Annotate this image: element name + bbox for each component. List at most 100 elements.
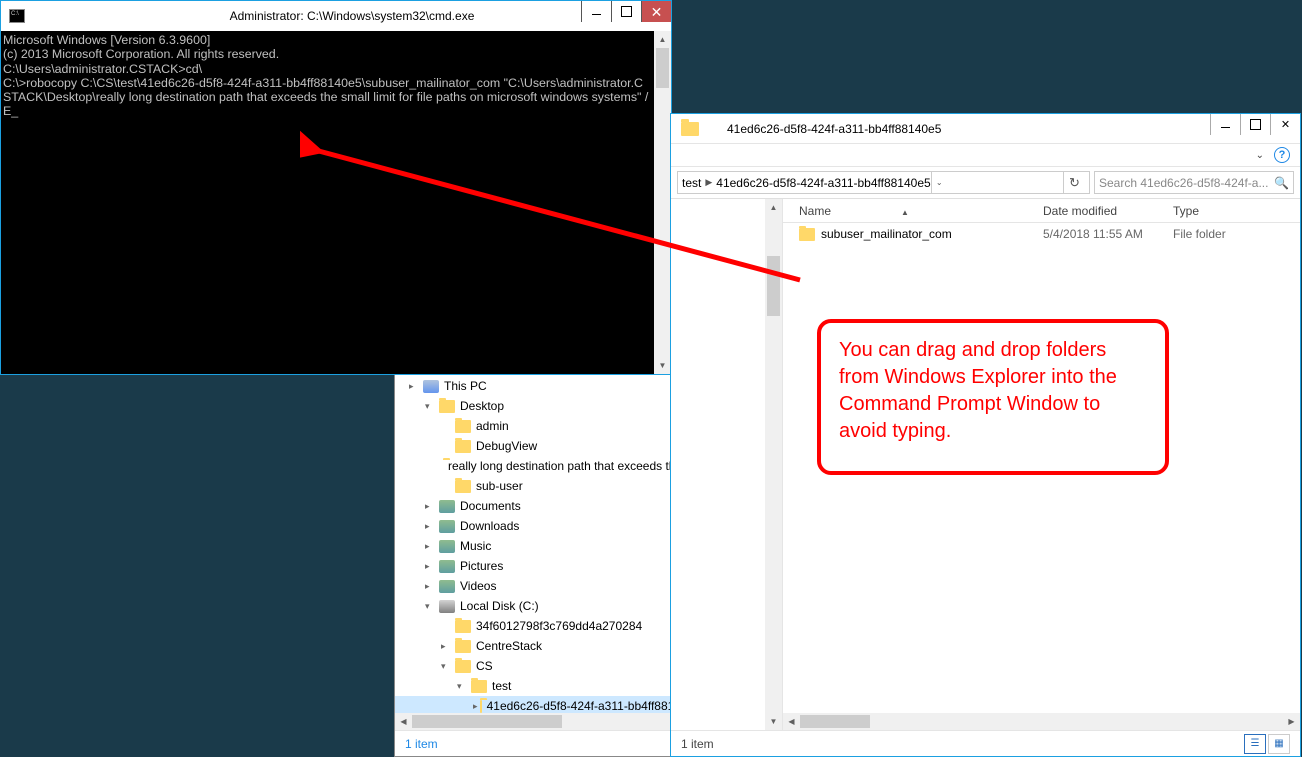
tree-item[interactable]: ▸ Music [395, 536, 701, 556]
cmd-console[interactable]: Microsoft Windows [Version 6.3.9600](c) … [1, 31, 671, 374]
breadcrumb-part[interactable]: 41ed6c26-d5f8-424f-a311-bb4ff88140e5 [716, 176, 930, 190]
tree-item[interactable]: ▾Desktop [395, 396, 701, 416]
sort-asc-icon: ▲ [901, 208, 909, 217]
folder-icon [471, 680, 487, 693]
tree-item[interactable]: ▾Local Disk (C:) [395, 596, 701, 616]
expand-icon[interactable]: ▸ [409, 381, 421, 392]
tree-label: Pictures [460, 559, 503, 573]
tree-item[interactable]: ▸Downloads [395, 516, 701, 536]
scroll-right-icon[interactable]: ▶ [1283, 717, 1300, 726]
chevron-down-icon[interactable]: ⌄ [1256, 150, 1264, 161]
expand-icon[interactable]: ▸ [441, 641, 453, 652]
address-bar[interactable]: test ▶ 41ed6c26-d5f8-424f-a311-bb4ff8814… [677, 171, 1090, 194]
tree-item[interactable]: ▸ Pictures [395, 556, 701, 576]
address-row: test ▶ 41ed6c26-d5f8-424f-a311-bb4ff8814… [671, 167, 1300, 199]
navpane-scrollbar[interactable]: ▲ ▼ [765, 199, 782, 730]
folder-icon [455, 480, 471, 493]
scroll-left-icon[interactable]: ◀ [395, 713, 412, 730]
address-dropdown-icon[interactable]: ⌄ [931, 172, 947, 193]
scroll-thumb[interactable] [656, 48, 669, 88]
close-button[interactable] [1270, 114, 1300, 135]
tree-item[interactable]: ▾CS [395, 656, 701, 676]
scroll-thumb[interactable] [767, 256, 780, 316]
explorer-titlebar[interactable]: 41ed6c26-d5f8-424f-a311-bb4ff88140e5 [671, 114, 1300, 144]
col-date[interactable]: Date modified [1043, 204, 1173, 218]
tree-item[interactable]: really long destination path that exceed… [395, 456, 701, 476]
scroll-down-icon[interactable]: ▼ [765, 713, 782, 730]
col-type[interactable]: Type [1173, 204, 1300, 218]
annotation-callout: You can drag and drop folders from Windo… [817, 319, 1169, 475]
breadcrumb-part[interactable]: test [682, 176, 701, 190]
cmd-line: C:\Users\administrator.CSTACK>cd\ [3, 62, 671, 76]
scroll-down-icon[interactable]: ▼ [654, 357, 671, 374]
tree-item[interactable]: 34f6012798f3c769dd4a270284 [395, 616, 701, 636]
pc-icon [423, 380, 439, 393]
tree-item[interactable]: sub-user [395, 476, 701, 496]
expand-icon[interactable]: ▾ [457, 681, 469, 692]
explorer-tree-window: ▸This PC▾Desktop admin DebugView really lon… [394, 370, 702, 757]
close-button[interactable]: ✕ [641, 1, 671, 22]
file-row[interactable]: subuser_mailinator_com5/4/2018 11:55 AMF… [783, 223, 1300, 245]
cmd-title: Administrator: C:\Windows\system32\cmd.e… [33, 9, 671, 23]
chevron-right-icon: ▶ [705, 177, 712, 188]
tree-item[interactable]: ▾test [395, 676, 701, 696]
expand-icon[interactable]: ▸ [473, 701, 478, 712]
search-input[interactable]: Search 41ed6c26-d5f8-424f-a... 🔍 [1094, 171, 1294, 194]
disk-icon [439, 600, 455, 613]
cmd-line: Microsoft Windows [Version 6.3.9600] [3, 33, 671, 47]
maximize-button[interactable] [611, 1, 641, 22]
lib-icon [439, 500, 455, 513]
tree-item[interactable]: ▸Documents [395, 496, 701, 516]
scroll-left-icon[interactable]: ◀ [783, 717, 800, 726]
expand-icon[interactable]: ▸ [425, 501, 437, 512]
expand-icon[interactable]: ▾ [425, 401, 437, 412]
tree-item[interactable]: ▸This PC [395, 376, 701, 396]
explorer-title: 41ed6c26-d5f8-424f-a311-bb4ff88140e5 [727, 122, 941, 136]
maximize-button[interactable] [1240, 114, 1270, 135]
list-hscrollbar[interactable]: ◀ ▶ [783, 713, 1300, 730]
tree-label: admin [476, 419, 509, 433]
tree-item[interactable]: DebugView [395, 436, 701, 456]
icons-view-button[interactable]: ▦ [1268, 734, 1290, 754]
folder-icon [455, 640, 471, 653]
expand-icon[interactable]: ▸ [425, 561, 437, 572]
scroll-thumb[interactable] [800, 715, 870, 728]
callout-text: You can drag and drop folders from Windo… [839, 339, 1117, 442]
scroll-thumb[interactable] [412, 715, 562, 728]
cmd-window: Administrator: C:\Windows\system32\cmd.e… [0, 0, 672, 375]
details-view-button[interactable]: ☰ [1244, 734, 1266, 754]
search-icon[interactable]: 🔍 [1274, 176, 1289, 190]
tree-label: Music [460, 539, 491, 553]
expand-icon[interactable]: ▸ [425, 581, 437, 592]
folder-tree[interactable]: ▸This PC▾Desktop admin DebugView really lon… [395, 370, 701, 722]
column-headers[interactable]: Name▲ Date modified Type [783, 199, 1300, 223]
tree-status-bar: 1 item [395, 730, 701, 756]
folder-icon [455, 420, 471, 433]
tree-item[interactable]: admin [395, 416, 701, 436]
expand-icon[interactable]: ▸ [425, 521, 437, 532]
minimize-button[interactable] [1210, 114, 1240, 135]
expand-icon[interactable]: ▾ [425, 601, 437, 612]
folder-icon [455, 440, 471, 453]
expand-icon[interactable]: ▸ [425, 541, 437, 552]
folder-icon [799, 228, 815, 241]
tree-hscrollbar[interactable]: ◀ ▶ [395, 713, 701, 730]
tree-item[interactable]: ▸ Videos [395, 576, 701, 596]
cmd-scrollbar[interactable]: ▲ ▼ [654, 31, 671, 374]
expand-icon[interactable]: ▾ [441, 661, 453, 672]
ribbon-collapsed[interactable]: ⌄ ? [671, 144, 1300, 167]
col-name[interactable]: Name▲ [799, 204, 1043, 218]
help-icon[interactable]: ? [1274, 147, 1290, 163]
cmd-icon [9, 9, 25, 23]
refresh-icon[interactable]: ↻ [1063, 172, 1085, 193]
scroll-up-icon[interactable]: ▲ [765, 199, 782, 216]
tree-item[interactable]: ▸CentreStack [395, 636, 701, 656]
minimize-button[interactable] [581, 1, 611, 22]
lib-icon [439, 560, 455, 573]
tree-label: Videos [460, 579, 496, 593]
cmd-titlebar[interactable]: Administrator: C:\Windows\system32\cmd.e… [1, 1, 671, 31]
scroll-up-icon[interactable]: ▲ [654, 31, 671, 48]
tree-label: DebugView [476, 439, 537, 453]
nav-pane[interactable]: ▲ ▼ [671, 199, 783, 730]
item-count: 1 item [681, 737, 714, 751]
